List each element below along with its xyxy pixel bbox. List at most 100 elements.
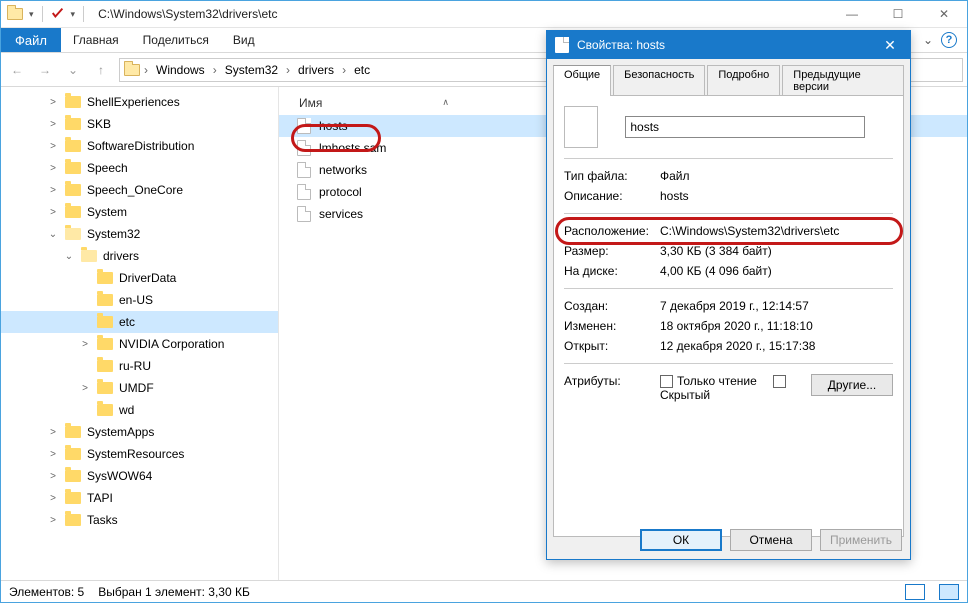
maximize-button[interactable]: ☐ (875, 1, 921, 27)
breadcrumb-item[interactable]: System32 (221, 59, 282, 81)
tree-expander-icon[interactable]: > (47, 185, 59, 196)
file-name: services (319, 207, 363, 221)
properties-icon[interactable] (51, 6, 65, 23)
tree-node-label: System (87, 205, 127, 219)
tree-node-label: SKB (87, 117, 111, 131)
label-modified: Изменен: (564, 319, 660, 333)
tree-node-label: SysWOW64 (87, 469, 152, 483)
tree-node[interactable]: DriverData (1, 267, 278, 289)
tree-node[interactable]: > SKB (1, 113, 278, 135)
checkbox-readonly[interactable] (660, 375, 673, 388)
tab-general[interactable]: Общие (553, 65, 611, 96)
tree-node[interactable]: ⌄drivers (1, 245, 278, 267)
folder-icon (97, 360, 113, 372)
folder-icon (65, 206, 81, 218)
tree-node[interactable]: >TAPI (1, 487, 278, 509)
tree-node-label: UMDF (119, 381, 154, 395)
tree-expander-icon[interactable]: > (47, 163, 59, 174)
tree-expander-icon[interactable]: > (79, 339, 91, 350)
chevron-right-icon[interactable]: › (211, 63, 219, 77)
folder-icon (97, 338, 113, 350)
tree-expander-icon[interactable]: > (47, 493, 59, 504)
cancel-button[interactable]: Отмена (730, 529, 812, 551)
value-created: 7 декабря 2019 г., 12:14:57 (660, 299, 893, 313)
ribbon-tab-share[interactable]: Поделиться (131, 28, 221, 52)
tree-expander-icon[interactable]: > (47, 471, 59, 482)
window-buttons: — ☐ ✕ (829, 1, 967, 27)
tree-expander-icon[interactable]: ⌄ (47, 229, 59, 240)
tree-expander-icon[interactable]: > (47, 427, 59, 438)
tree-expander-icon[interactable]: > (79, 383, 91, 394)
label-attributes: Атрибуты: (564, 374, 660, 402)
tree-node[interactable]: > Speech (1, 157, 278, 179)
nav-forward-button[interactable]: → (33, 58, 57, 82)
ribbon-expand-button[interactable]: ⌄ (915, 28, 941, 52)
ribbon-tab-view[interactable]: Вид (221, 28, 267, 52)
folder-icon (65, 140, 81, 152)
close-button[interactable]: ✕ (921, 1, 967, 27)
tree-node[interactable]: > System (1, 201, 278, 223)
nav-up-button[interactable]: ↑ (89, 58, 113, 82)
tree-expander-icon[interactable]: > (47, 119, 59, 130)
filename-field[interactable] (625, 116, 865, 138)
dialog-panel: Тип файла:Файл Описание:hosts Расположен… (553, 95, 904, 537)
tree-node[interactable]: >SystemResources (1, 443, 278, 465)
tab-details[interactable]: Подробно (707, 65, 780, 96)
tree-node[interactable]: en-US (1, 289, 278, 311)
help-button[interactable]: ? (941, 32, 957, 48)
tree-node[interactable]: >NVIDIA Corporation (1, 333, 278, 355)
folder-icon (97, 316, 113, 328)
tree-node[interactable]: etc (1, 311, 278, 333)
label-accessed: Открыт: (564, 339, 660, 353)
ok-button[interactable]: ОК (640, 529, 722, 551)
tree-node[interactable]: >ShellExperiences (1, 91, 278, 113)
tree-node[interactable]: > UMDF (1, 377, 278, 399)
ribbon-file-tab[interactable]: Файл (1, 28, 61, 52)
apply-button[interactable]: Применить (820, 529, 902, 551)
breadcrumb-item[interactable]: drivers (294, 59, 338, 81)
tree-node[interactable]: >SystemApps (1, 421, 278, 443)
chevron-right-icon[interactable]: › (284, 63, 292, 77)
dialog-tabs: Общие Безопасность Подробно Предыдущие в… (547, 59, 910, 96)
nav-tree[interactable]: >ShellExperiences>SKB>SoftwareDistributi… (1, 87, 279, 580)
tab-previous-versions[interactable]: Предыдущие версии (782, 65, 904, 96)
tree-expander-icon[interactable]: > (47, 97, 59, 108)
minimize-button[interactable]: — (829, 1, 875, 27)
view-details-button[interactable] (905, 584, 925, 600)
breadcrumb-item[interactable]: Windows (152, 59, 209, 81)
tab-security[interactable]: Безопасность (613, 65, 705, 96)
tree-expander-icon[interactable]: > (47, 207, 59, 218)
tree-node[interactable]: >Speech_OneCore (1, 179, 278, 201)
dialog-titlebar[interactable]: Свойства: hosts ✕ (547, 31, 910, 59)
nav-recent-button[interactable]: ⌄ (61, 58, 85, 82)
ribbon-tab-home[interactable]: Главная (61, 28, 131, 52)
chevron-down-icon[interactable]: ▾ (29, 9, 34, 20)
checkbox-hidden[interactable] (773, 375, 786, 388)
tree-expander-icon[interactable]: > (47, 449, 59, 460)
label-size: Размер: (564, 244, 660, 258)
separator (42, 6, 43, 22)
chevron-right-icon[interactable]: › (340, 63, 348, 77)
tree-expander-icon[interactable]: > (47, 141, 59, 152)
dialog-close-button[interactable]: ✕ (870, 37, 910, 54)
nav-buttons: ← → ⌄ ↑ (5, 58, 113, 82)
tree-node[interactable]: wd (1, 399, 278, 421)
tree-node[interactable]: >Tasks (1, 509, 278, 531)
quick-access-toolbar: ▾ ▾ (1, 6, 92, 23)
file-icon (297, 206, 311, 222)
column-header-name[interactable]: Имя (279, 96, 322, 110)
tree-node[interactable]: ⌄System32 (1, 223, 278, 245)
tree-node[interactable]: > SysWOW64 (1, 465, 278, 487)
chevron-down-icon[interactable]: ▾ (71, 9, 76, 20)
attributes-advanced-button[interactable]: Другие... (811, 374, 893, 396)
tree-node[interactable]: >SoftwareDistribution (1, 135, 278, 157)
tree-node-label: Speech (87, 161, 128, 175)
tree-expander-icon[interactable]: > (47, 515, 59, 526)
tree-expander-icon[interactable]: ⌄ (63, 251, 75, 262)
label-hidden: Скрытый (660, 388, 710, 402)
chevron-right-icon[interactable]: › (142, 63, 150, 77)
nav-back-button[interactable]: ← (5, 58, 29, 82)
breadcrumb-item[interactable]: etc (350, 59, 374, 81)
tree-node[interactable]: ru-RU (1, 355, 278, 377)
view-icons-button[interactable] (939, 584, 959, 600)
